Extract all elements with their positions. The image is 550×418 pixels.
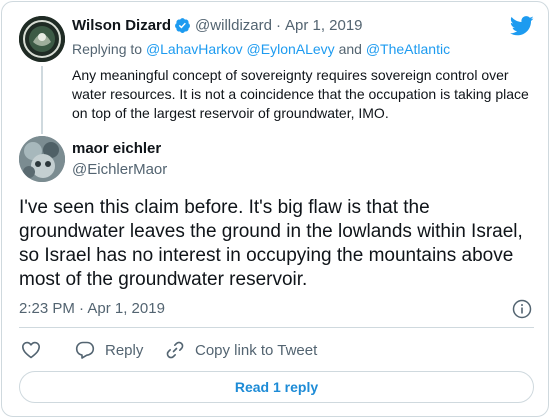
- replying-prefix: Replying to: [72, 41, 143, 57]
- tweet-embed-card: Wilson Dizard @willdizard · Apr 1, 2019 …: [1, 1, 549, 417]
- main-author-name[interactable]: maor eichler: [72, 140, 161, 157]
- read-replies-button[interactable]: Read 1 reply: [19, 371, 534, 403]
- tweet-timestamp[interactable]: 2:23 PM · Apr 1, 2019: [19, 300, 165, 317]
- replying-conjunction: and: [338, 41, 362, 57]
- info-icon[interactable]: [512, 299, 532, 319]
- main-avatar[interactable]: [19, 136, 65, 182]
- link-icon: [166, 341, 184, 359]
- main-tweet-text: I've seen this claim before. It's big fl…: [19, 197, 523, 290]
- mention-link[interactable]: @EylonALevy: [247, 41, 335, 57]
- mention-link[interactable]: @TheAtlantic: [366, 41, 450, 57]
- reply-icon: [75, 341, 95, 359]
- parent-avatar[interactable]: [19, 16, 65, 62]
- heart-icon: [22, 341, 40, 359]
- copy-link-button[interactable]: Copy link to Tweet: [165, 340, 317, 360]
- parent-tweet-text: Any meaningful concept of sovereignty re…: [72, 67, 529, 121]
- parent-author-name[interactable]: Wilson Dizard: [72, 17, 171, 34]
- action-divider: [19, 327, 534, 328]
- thread-connector-line: [41, 66, 43, 134]
- parent-author-handle[interactable]: @willdizard: [195, 17, 272, 34]
- like-button[interactable]: [21, 340, 51, 360]
- parent-tweet-date[interactable]: Apr 1, 2019: [285, 17, 363, 34]
- main-author-handle[interactable]: @EichlerMaor: [72, 161, 167, 178]
- parent-tweet-header: Wilson Dizard @willdizard · Apr 1, 2019: [72, 17, 363, 34]
- reply-label: Reply: [105, 341, 144, 359]
- reply-button[interactable]: Reply: [75, 340, 143, 360]
- header-separator: ·: [275, 17, 281, 34]
- mention-link[interactable]: @LahavHarkov: [146, 41, 243, 57]
- twitter-bird-icon[interactable]: [510, 16, 534, 36]
- replying-to-line: Replying to @LahavHarkov @EylonALevy and…: [72, 41, 450, 57]
- verified-badge-icon: [175, 18, 190, 33]
- copy-link-label: Copy link to Tweet: [195, 341, 318, 359]
